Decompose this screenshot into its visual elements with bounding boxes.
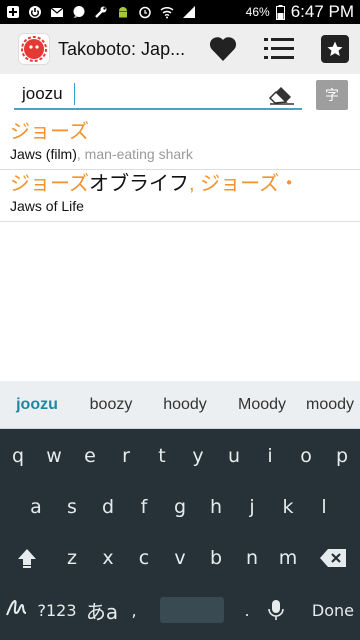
email-icon bbox=[50, 7, 64, 17]
suggestion-item[interactable]: boozy bbox=[74, 396, 148, 414]
shift-icon bbox=[18, 549, 36, 568]
key[interactable]: y bbox=[180, 445, 216, 467]
search-input[interactable]: joozu bbox=[14, 84, 244, 104]
eraser-icon[interactable] bbox=[266, 82, 298, 106]
chat-bubble-icon bbox=[73, 6, 85, 18]
android-icon bbox=[119, 7, 127, 18]
comma-key[interactable]: , bbox=[124, 601, 144, 620]
handwriting-icon bbox=[6, 599, 27, 616]
language-key[interactable]: あa bbox=[80, 596, 124, 625]
key[interactable]: p bbox=[324, 445, 360, 467]
heart-icon bbox=[209, 37, 237, 61]
key[interactable]: m bbox=[270, 547, 306, 569]
key[interactable]: e bbox=[72, 445, 108, 467]
power-icon bbox=[29, 6, 41, 18]
suggestion-item[interactable]: moody bbox=[302, 396, 360, 414]
wrench-icon bbox=[95, 6, 107, 18]
key[interactable]: i bbox=[252, 445, 288, 467]
key[interactable]: w bbox=[36, 445, 72, 467]
key[interactable]: k bbox=[270, 496, 306, 518]
key[interactable]: q bbox=[0, 445, 36, 467]
list-icon bbox=[264, 38, 294, 59]
backspace-key[interactable] bbox=[306, 548, 360, 568]
voice-key[interactable] bbox=[254, 599, 298, 621]
key-row-3: z x c v b n m bbox=[0, 533, 360, 583]
alarm-icon bbox=[139, 6, 151, 19]
result-japanese: ジョーズ bbox=[10, 121, 89, 143]
handwriting-key[interactable] bbox=[0, 597, 34, 623]
notification-plus-icon bbox=[7, 6, 19, 18]
key[interactable]: t bbox=[144, 445, 180, 467]
app-logo-icon[interactable] bbox=[18, 33, 50, 65]
key-row-1: q w e r t y u i o p bbox=[0, 431, 360, 481]
result-japanese: ジョーズオブライフ, ジョーズ・ bbox=[10, 173, 300, 195]
favorites-button[interactable] bbox=[198, 24, 248, 74]
key[interactable]: u bbox=[216, 445, 252, 467]
app-title: Takoboto: Jap... bbox=[58, 38, 186, 59]
key[interactable]: d bbox=[90, 496, 126, 518]
key[interactable]: f bbox=[126, 496, 162, 518]
suggestion-item[interactable]: Moody bbox=[222, 396, 302, 414]
action-bar: Takoboto: Jap... bbox=[0, 24, 360, 74]
shift-key[interactable] bbox=[0, 547, 54, 569]
wifi-icon bbox=[160, 6, 174, 19]
key[interactable]: b bbox=[198, 547, 234, 569]
key[interactable]: v bbox=[162, 547, 198, 569]
search-row: joozu 字 bbox=[0, 74, 360, 118]
clock: 6:47 PM bbox=[290, 2, 354, 21]
key[interactable]: h bbox=[198, 496, 234, 518]
period-key[interactable]: . bbox=[240, 601, 254, 620]
battery-percent: 46% bbox=[245, 5, 270, 19]
key[interactable]: g bbox=[162, 496, 198, 518]
text-cursor bbox=[74, 83, 75, 105]
microphone-icon bbox=[268, 600, 284, 620]
signal-icon bbox=[183, 6, 195, 18]
key[interactable]: l bbox=[306, 496, 342, 518]
backspace-icon bbox=[320, 549, 346, 567]
result-english: Jaws of Life bbox=[10, 198, 84, 214]
result-item[interactable]: ジョーズ Jaws (film), man-eating shark bbox=[0, 118, 360, 170]
bookmarks-button[interactable] bbox=[310, 24, 360, 74]
battery-icon bbox=[275, 4, 285, 20]
key[interactable]: s bbox=[54, 496, 90, 518]
status-bar: 46% 6:47 PM bbox=[0, 0, 360, 24]
done-key[interactable]: Done bbox=[312, 601, 354, 620]
key[interactable]: x bbox=[90, 547, 126, 569]
suggestion-item[interactable]: joozu bbox=[0, 396, 74, 414]
results-list: ジョーズ Jaws (film), man-eating shark ジョーズオ… bbox=[0, 118, 360, 222]
soft-keyboard: joozu boozy hoody Moody moody q w e r t … bbox=[0, 381, 360, 640]
suggestion-bar: joozu boozy hoody Moody moody bbox=[0, 381, 360, 429]
key-row-2: a s d f g h j k l bbox=[0, 482, 360, 532]
key[interactable]: r bbox=[108, 445, 144, 467]
result-item[interactable]: ジョーズオブライフ, ジョーズ・ Jaws of Life bbox=[0, 170, 360, 222]
symbols-key[interactable]: ?123 bbox=[34, 601, 80, 620]
key[interactable]: j bbox=[234, 496, 270, 518]
star-icon bbox=[327, 41, 343, 56]
result-english: Jaws (film), man-eating shark bbox=[10, 146, 193, 162]
search-field[interactable]: joozu bbox=[14, 80, 302, 110]
key[interactable]: c bbox=[126, 547, 162, 569]
suggestion-item[interactable]: hoody bbox=[148, 396, 222, 414]
key[interactable]: o bbox=[288, 445, 324, 467]
space-key[interactable] bbox=[160, 597, 224, 623]
key[interactable]: a bbox=[18, 496, 54, 518]
kanji-search-button[interactable]: 字 bbox=[316, 80, 348, 110]
key[interactable]: z bbox=[54, 547, 90, 569]
key[interactable]: n bbox=[234, 547, 270, 569]
list-button[interactable] bbox=[254, 24, 304, 74]
key-row-4: ?123 あa , . Done bbox=[0, 585, 360, 635]
